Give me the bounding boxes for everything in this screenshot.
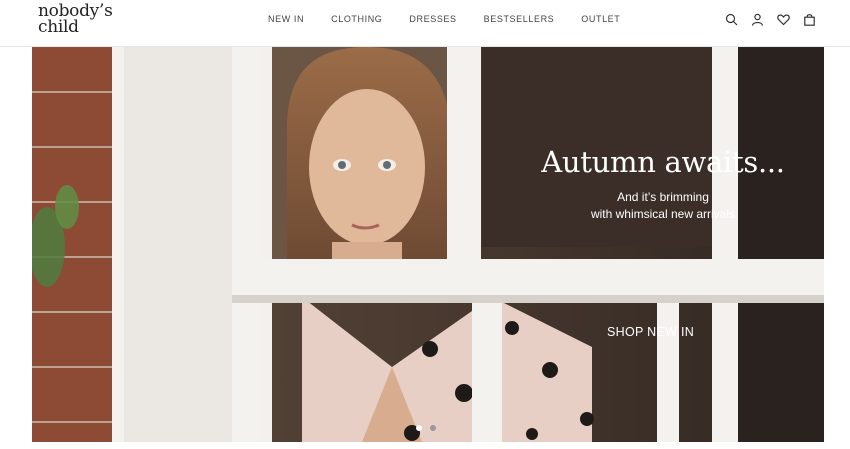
hero-title: Autumn awaits... [541,145,785,179]
nav-outlet[interactable]: OUTLET [581,14,620,24]
carousel-pagination [416,425,436,431]
hero-subtitle: And it’s brimming with whimsical new arr… [532,189,794,223]
hero-subtitle-line-2: with whimsical new arrivals [590,207,736,221]
hero-banner[interactable]: Autumn awaits... And it’s brimming with … [32,47,824,442]
bag-icon[interactable] [803,13,816,26]
brand-logo-line-2: child [38,17,79,37]
account-icon[interactable] [751,13,764,26]
nav-bestsellers[interactable]: BESTSELLERS [484,14,555,24]
hero-image [32,47,824,442]
search-icon[interactable] [725,13,738,26]
site-header: nobody’s child NEW IN CLOTHING DRESSES B… [0,0,850,47]
header-actions [725,13,816,26]
hero-subtitle-line-1: And it’s brimming [617,190,709,204]
nav-clothing[interactable]: CLOTHING [331,14,382,24]
wishlist-heart-icon[interactable] [777,13,790,26]
hero-copy: Autumn awaits... And it’s brimming with … [532,145,794,223]
nav-dresses[interactable]: DRESSES [409,14,456,24]
nav-new-in[interactable]: NEW IN [268,14,304,24]
shop-new-in-link[interactable]: SHOP NEW IN [607,325,694,339]
carousel-dot-1[interactable] [416,425,422,431]
carousel-dot-2[interactable] [430,425,436,431]
main-nav: NEW IN CLOTHING DRESSES BESTSELLERS OUTL… [268,14,647,24]
brand-logo[interactable]: nobody’s child [38,3,113,37]
